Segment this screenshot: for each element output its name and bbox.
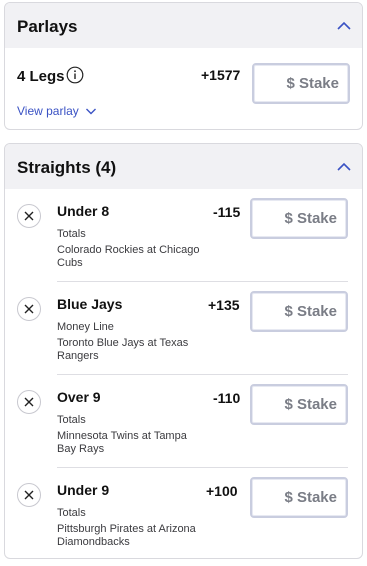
game-matchup: Pittsburgh Pirates at Arizona Diamondbac… <box>57 523 196 548</box>
parlays-card: Parlays 4 Legs +1577 $ Stake View parlay <box>4 2 363 130</box>
bet-odds: -115 <box>213 204 241 220</box>
chevron-down-icon <box>85 108 96 115</box>
info-icon[interactable] <box>66 66 84 84</box>
selection-name: Blue Jays <box>57 296 123 312</box>
close-icon <box>24 490 34 500</box>
chevron-up-icon[interactable] <box>336 159 352 175</box>
straights-header[interactable]: Straights (4) <box>5 144 362 189</box>
close-icon <box>24 397 34 407</box>
selection-name: Over 9 <box>57 389 101 405</box>
game-matchup: Colorado Rockies at Chicago Cubs <box>57 244 200 269</box>
parlay-stake-input[interactable]: $ Stake <box>252 63 350 104</box>
bet-odds: +135 <box>208 297 240 313</box>
market-type: Totals <box>57 228 86 240</box>
game-matchup: Toronto Blue Jays at Texas Rangers <box>57 337 189 362</box>
stake-input[interactable]: $ Stake <box>250 291 348 332</box>
chevron-up-icon[interactable] <box>336 18 352 34</box>
remove-bet-button[interactable] <box>17 483 41 507</box>
stake-placeholder: $ Stake <box>284 489 337 506</box>
parlay-legs-label: 4 Legs <box>17 68 65 85</box>
parlay-odds: +1577 <box>201 67 241 83</box>
close-icon <box>24 211 34 221</box>
game-matchup: Minnesota Twins at Tampa Bay Rays <box>57 430 187 455</box>
stake-input[interactable]: $ Stake <box>250 198 348 239</box>
view-parlay-label: View parlay <box>17 104 79 118</box>
straight-bet-row: Under 9 +100 Totals Pittsburgh Pirates a… <box>5 468 360 558</box>
market-type: Money Line <box>57 321 114 333</box>
selection-name: Under 8 <box>57 203 110 219</box>
remove-bet-button[interactable] <box>17 204 41 228</box>
stake-placeholder: $ Stake <box>284 303 337 320</box>
stake-input[interactable]: $ Stake <box>250 477 348 518</box>
market-type: Totals <box>57 414 86 426</box>
straight-bet-row: Over 9 -110 Totals Minnesota Twins at Ta… <box>5 375 360 468</box>
selection-name: Under 9 <box>57 482 110 498</box>
stake-input[interactable]: $ Stake <box>250 384 348 425</box>
remove-bet-button[interactable] <box>17 390 41 414</box>
straights-card: Straights (4) Under 8 -115 Totals Colora… <box>4 143 363 559</box>
close-icon <box>24 304 34 314</box>
bet-odds: -110 <box>213 390 241 406</box>
stake-placeholder: $ Stake <box>286 75 339 92</box>
view-parlay-link[interactable]: View parlay <box>17 104 97 118</box>
stake-placeholder: $ Stake <box>284 210 337 227</box>
straight-bet-row: Blue Jays +135 Money Line Toronto Blue J… <box>5 282 360 375</box>
parlays-title: Parlays <box>17 17 78 36</box>
stake-placeholder: $ Stake <box>284 396 337 413</box>
parlays-header[interactable]: Parlays <box>5 3 362 48</box>
bet-odds: +100 <box>206 483 238 499</box>
market-type: Totals <box>57 507 86 519</box>
straights-title: Straights (4) <box>17 158 117 177</box>
remove-bet-button[interactable] <box>17 297 41 321</box>
straight-bet-row: Under 8 -115 Totals Colorado Rockies at … <box>5 189 360 282</box>
